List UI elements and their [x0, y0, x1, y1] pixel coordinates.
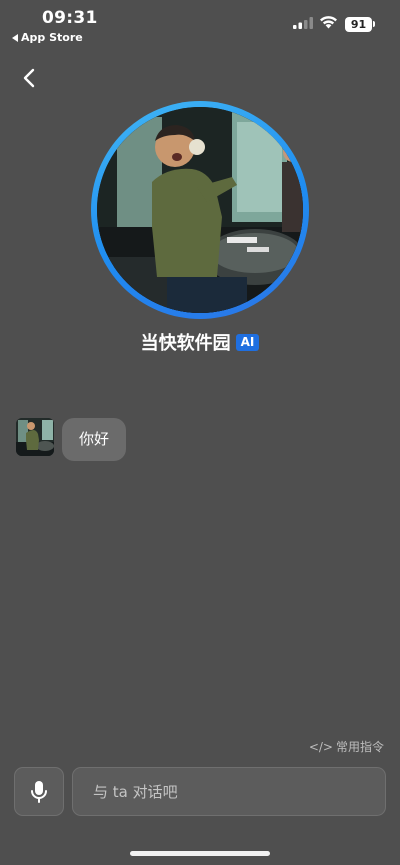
cellular-signal-icon — [293, 17, 313, 29]
voice-input-button[interactable] — [14, 767, 64, 816]
message-bubble: 你好 — [62, 418, 127, 461]
avatar-photo-image — [97, 107, 303, 313]
contact-avatar-ring — [91, 101, 309, 319]
battery-cap — [373, 21, 375, 27]
chat-input[interactable] — [72, 767, 386, 816]
contact-avatar[interactable] — [97, 107, 303, 313]
chevron-left-icon[interactable] — [16, 64, 44, 92]
contact-name-row: 当快软件园 AI — [0, 329, 400, 355]
message-avatar-image — [16, 418, 54, 456]
microphone-icon — [31, 780, 47, 803]
status-time: 09:31 — [42, 8, 98, 28]
message-avatar[interactable] — [16, 418, 54, 456]
quick-commands-button[interactable]: </> 常用指令 — [309, 738, 384, 755]
ai-badge: AI — [235, 333, 260, 351]
status-bar: 09:31 App Store 91 — [0, 0, 400, 48]
code-icon: </> — [308, 739, 333, 754]
back-to-app-store[interactable]: App Store — [12, 31, 83, 44]
contact-name: 当快软件园 — [140, 333, 231, 354]
back-triangle-icon — [12, 33, 18, 42]
home-indicator[interactable] — [130, 851, 270, 856]
quick-commands-label: 常用指令 — [335, 740, 384, 754]
battery-icon: 91 — [345, 17, 372, 32]
back-app-label: App Store — [21, 31, 83, 44]
wifi-icon — [320, 16, 337, 29]
